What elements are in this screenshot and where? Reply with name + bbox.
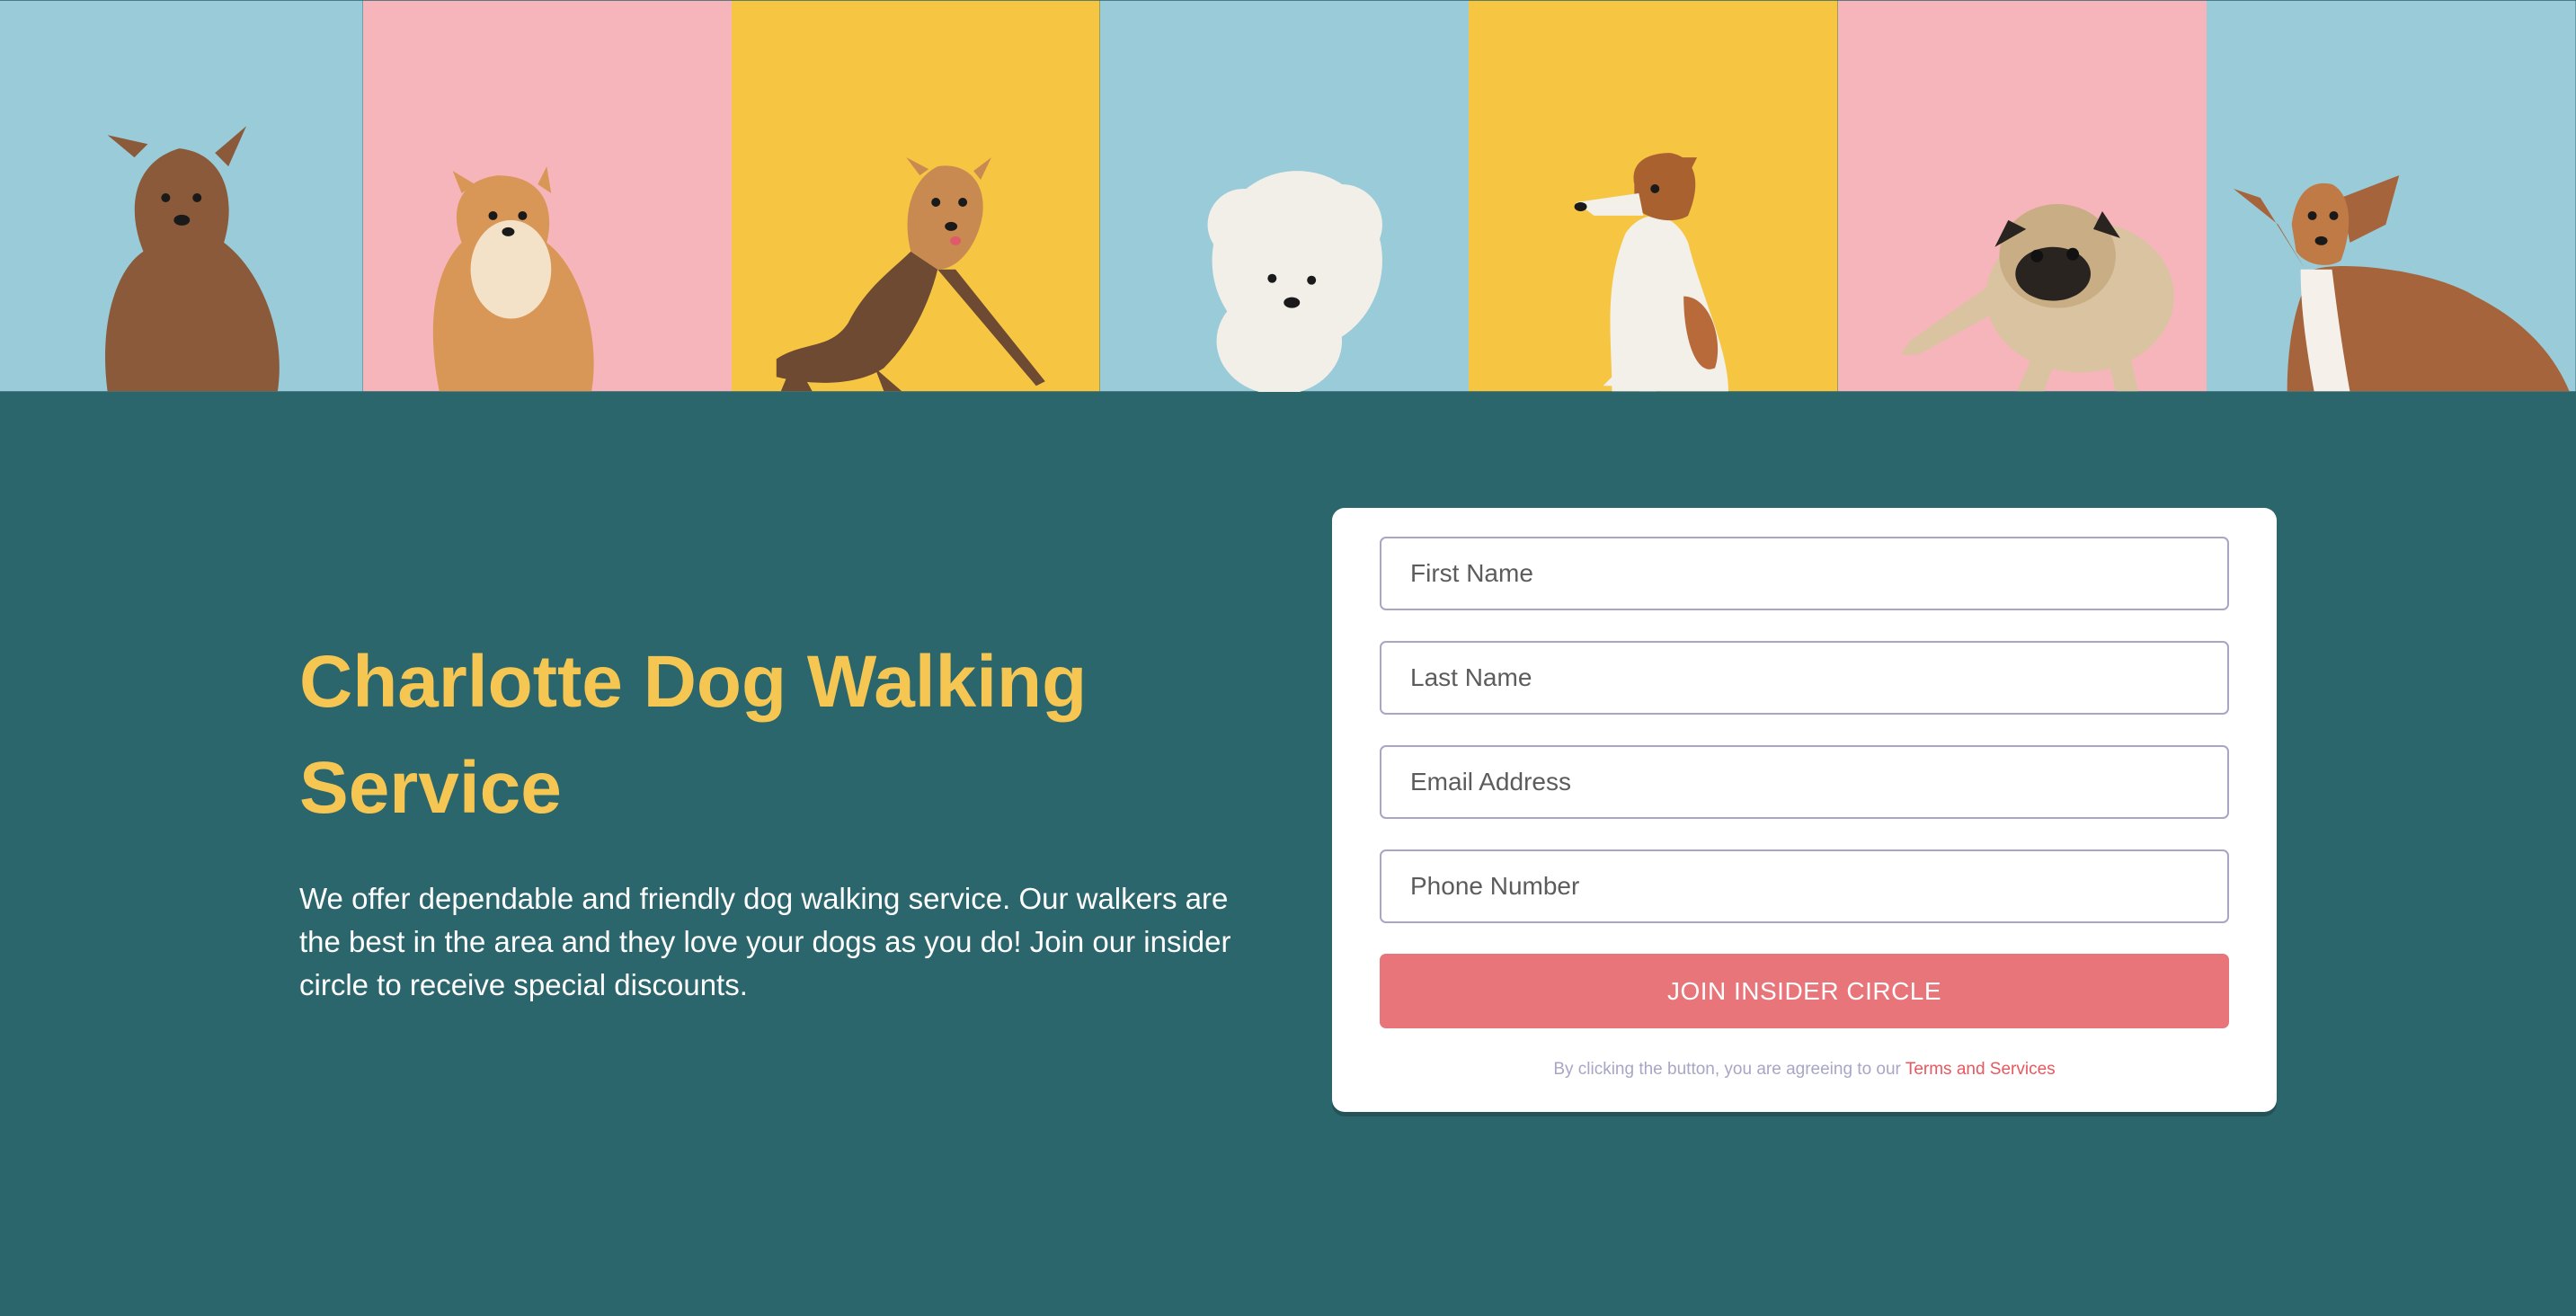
banner-panel-beagle [2207, 0, 2576, 392]
jack-russell-dog-image [1469, 0, 1838, 392]
phone-input[interactable] [1380, 849, 2229, 923]
banner-panel-yorkie [0, 0, 363, 392]
pomeranian-dog-image [362, 0, 733, 392]
email-input[interactable] [1380, 745, 2229, 819]
banner-panel-jack-russell [1469, 0, 1838, 392]
join-insider-circle-button[interactable]: JOIN INSIDER CIRCLE [1380, 954, 2229, 1028]
banner-panel-pomeranian [362, 0, 733, 392]
banner-panel-pug [1837, 0, 2207, 392]
banner-panel-bichon [1099, 0, 1470, 392]
bichon-dog-image [1099, 0, 1470, 392]
pug-dog-image [1837, 0, 2207, 392]
banner-panel-yorkie-jumping [732, 0, 1100, 392]
service-description: We offer dependable and friendly dog wal… [299, 882, 1231, 1001]
terms-notice: By clicking the button, you are agreeing… [1332, 1060, 2277, 1080]
first-name-input[interactable] [1380, 537, 2229, 610]
yorkie-jumping-image [732, 0, 1100, 392]
dog-photo-banner [0, 0, 2576, 392]
page-title: Charlotte Dog Walking Service [299, 641, 1088, 829]
terms-and-services-link[interactable]: Terms and Services [1905, 1060, 2056, 1079]
terms-notice-text: By clicking the button, you are agreeing… [1553, 1060, 1905, 1079]
signup-form-card: JOIN INSIDER CIRCLE By clicking the butt… [1332, 508, 2277, 1112]
hero-section: Charlotte Dog Walking Service We offer d… [299, 629, 1234, 1007]
yorkie-dog-image [0, 0, 363, 392]
beagle-dog-image [2207, 0, 2576, 392]
last-name-input[interactable] [1380, 641, 2229, 715]
